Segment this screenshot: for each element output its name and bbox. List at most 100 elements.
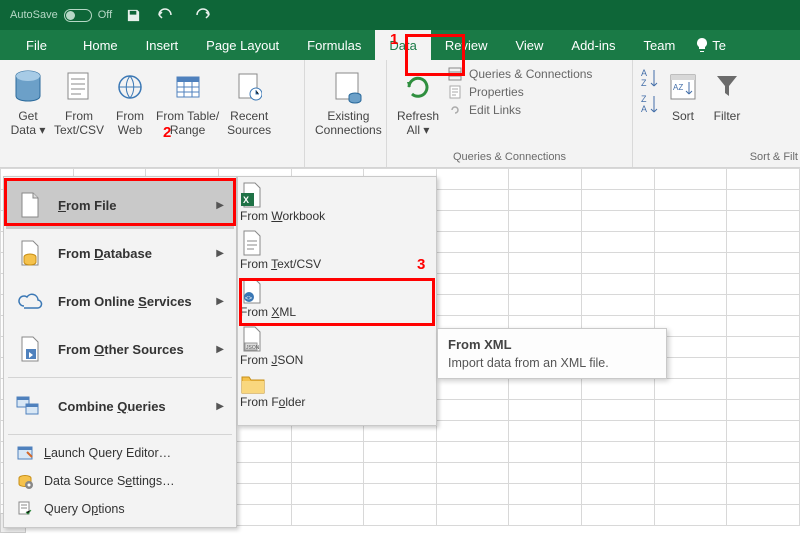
redo-icon[interactable] (191, 8, 213, 22)
ribbon-tabs: File Home Insert Page Layout Formulas Da… (0, 30, 800, 60)
tab-review[interactable]: Review (431, 30, 502, 60)
tab-view[interactable]: View (501, 30, 557, 60)
tab-team[interactable]: Team (629, 30, 689, 60)
svg-text:X: X (243, 195, 249, 205)
menu-combine-queries[interactable]: Combine Queries ▶ (6, 382, 234, 430)
undo-icon[interactable] (155, 8, 177, 22)
menu-dss-label: Data Source Settings… (44, 474, 224, 488)
submenu-from-folder[interactable]: From Folder (240, 373, 434, 421)
autosave-label: AutoSave (10, 9, 58, 21)
menu-from-database-label: From Database (58, 246, 202, 261)
svg-text:<>: <> (245, 296, 253, 302)
menu-launch-editor-label: Launch Query Editor… (44, 446, 224, 460)
chevron-right-icon: ▶ (216, 344, 224, 355)
sort-az-icon[interactable]: AZ (641, 66, 659, 90)
existing-connections-icon (330, 66, 366, 108)
tab-add-ins[interactable]: Add-ins (557, 30, 629, 60)
titlebar: AutoSave Off (0, 0, 800, 30)
filter-label: Filter (714, 110, 741, 124)
text-csv-icon (61, 66, 97, 108)
submenu-from-text-csv[interactable]: From Text/CSV (240, 229, 434, 277)
text-csv-file-icon (240, 229, 434, 257)
settings-icon (16, 472, 34, 490)
refresh-all-button[interactable]: Refresh All ▾ (393, 64, 443, 140)
tell-me[interactable]: Te (689, 30, 732, 60)
refresh-label: Refresh All ▾ (397, 110, 439, 138)
sort-filter-group-label: Sort & Filt (633, 149, 800, 167)
tab-formulas[interactable]: Formulas (293, 30, 375, 60)
xml-icon: <> (240, 277, 434, 305)
editor-icon (16, 444, 34, 462)
get-data-label: Get Data ▾ (11, 110, 46, 138)
qc-label: Queries & Connections (469, 67, 592, 81)
filter-icon (709, 66, 745, 108)
svg-text:JSON: JSON (246, 345, 260, 351)
tooltip-title: From XML (448, 337, 656, 352)
tab-home[interactable]: Home (69, 30, 132, 60)
queries-connections-button[interactable]: Queries & Connections (447, 66, 592, 82)
menu-query-options-label: Query Options (44, 502, 224, 516)
submenu-json-label: From JSON (240, 353, 303, 367)
sort-za-icon[interactable]: ZA (641, 92, 659, 116)
recent-label: Recent Sources (227, 110, 271, 138)
submenu-folder-label: From Folder (240, 395, 305, 409)
combine-icon (16, 392, 44, 420)
tooltip: From XML Import data from an XML file. (437, 328, 667, 379)
tab-page-layout[interactable]: Page Layout (192, 30, 293, 60)
tab-data[interactable]: Data (375, 30, 430, 60)
web-label: From Web (116, 110, 144, 138)
from-text-csv-button[interactable]: From Text/CSV (50, 64, 108, 140)
recent-sources-button[interactable]: Recent Sources (223, 64, 275, 140)
options-icon (16, 500, 34, 518)
submenu-from-workbook[interactable]: X From Workbook (240, 181, 434, 229)
edit-links-label: Edit Links (469, 103, 521, 117)
from-file-submenu: X From Workbook From Text/CSV <> From XM… (237, 176, 437, 426)
filter-button[interactable]: Filter (705, 64, 749, 126)
chevron-right-icon: ▶ (216, 200, 224, 211)
tab-file[interactable]: File (12, 30, 61, 60)
edit-links-icon (447, 102, 463, 118)
sort-button[interactable]: AZ Sort (661, 64, 705, 126)
submenu-workbook-label: From Workbook (240, 209, 325, 223)
chevron-right-icon: ▶ (216, 296, 224, 307)
properties-button[interactable]: Properties (447, 84, 592, 100)
menu-from-other[interactable]: From Other Sources ▶ (6, 325, 234, 373)
edit-links-button[interactable]: Edit Links (447, 102, 592, 118)
menu-launch-editor[interactable]: Launch Query Editor… (6, 439, 234, 467)
menu-query-options[interactable]: Query Options (6, 495, 234, 523)
web-icon (112, 66, 148, 108)
autosave-toggle[interactable]: AutoSave Off (10, 9, 112, 22)
refresh-icon (400, 66, 436, 108)
table-label: From Table/ Range (156, 110, 219, 138)
database-icon (16, 239, 44, 267)
from-table-range-button[interactable]: From Table/ Range (152, 64, 223, 140)
menu-from-online-label: From Online Services (58, 294, 202, 309)
svg-text:A: A (641, 104, 647, 114)
svg-text:A: A (641, 68, 647, 78)
svg-text:Z: Z (641, 78, 647, 88)
separator (8, 434, 232, 435)
from-web-button[interactable]: From Web (108, 64, 152, 140)
submenu-textcsv-label: From Text/CSV (240, 257, 321, 271)
svg-text:Z: Z (641, 94, 647, 104)
submenu-xml-label: From XML (240, 305, 296, 319)
tab-insert[interactable]: Insert (132, 30, 193, 60)
chevron-right-icon: ▶ (216, 401, 224, 412)
menu-from-database[interactable]: From Database ▶ (6, 229, 234, 277)
existing-connections-label: Existing Connections (315, 110, 382, 138)
get-transform-group-label (0, 149, 304, 167)
cloud-icon (16, 287, 44, 315)
bulb-icon (695, 37, 709, 53)
menu-from-other-label: From Other Sources (58, 342, 202, 357)
file-icon (16, 191, 44, 219)
save-icon[interactable] (126, 8, 141, 23)
submenu-from-xml[interactable]: <> From XML (240, 277, 434, 325)
existing-connections-button[interactable]: Existing Connections (311, 64, 386, 140)
menu-from-file[interactable]: From File ▶ (6, 181, 234, 229)
get-data-icon (10, 66, 46, 108)
get-data-button[interactable]: Get Data ▾ (6, 64, 50, 140)
submenu-from-json[interactable]: JSON From JSON (240, 325, 434, 373)
separator (8, 377, 232, 378)
menu-data-source-settings[interactable]: Data Source Settings… (6, 467, 234, 495)
menu-from-online[interactable]: From Online Services ▶ (6, 277, 234, 325)
